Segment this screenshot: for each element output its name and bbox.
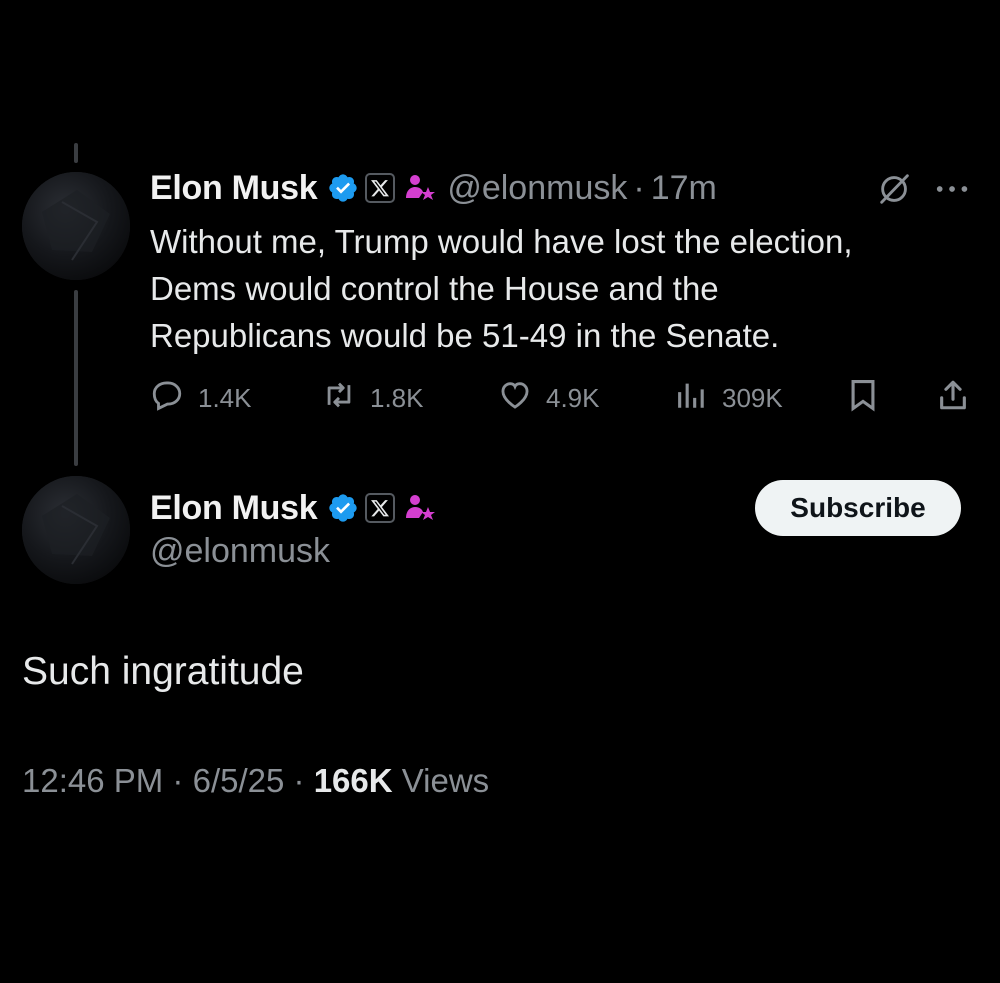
share-button[interactable] [936, 378, 984, 419]
subscribe-button[interactable]: Subscribe [755, 480, 961, 536]
time-ago[interactable]: 17m [651, 169, 717, 208]
views-icon [674, 378, 722, 419]
government-affiliation-icon[interactable] [403, 171, 437, 205]
repost-count: 1.8K [370, 383, 424, 413]
like-count: 4.9K [546, 383, 600, 413]
tweet-time[interactable]: 12:46 PM [22, 762, 163, 799]
quoted-tweet-text: Without me, Trump would have lost the el… [150, 218, 990, 359]
x-affiliation-icon[interactable] [365, 173, 396, 203]
like-icon [498, 378, 546, 419]
separator-dot: · [172, 762, 184, 799]
author-handle[interactable]: @elonmusk [150, 532, 330, 571]
verified-badge-icon[interactable] [327, 172, 359, 204]
tweet-text-line: Republicans would be 51-49 in the Senate… [150, 317, 780, 354]
tweet-top-actions [876, 170, 972, 208]
action-bar: 1.4K 1.8K 4.9K 309K [150, 374, 980, 420]
author-name[interactable]: Elon Musk [150, 169, 318, 208]
like-button[interactable]: 4.9K [498, 378, 600, 419]
separator-dot: · [293, 762, 305, 799]
reply-icon [150, 378, 198, 419]
author-handle[interactable]: @elonmusk [447, 169, 627, 208]
thread-line [74, 290, 78, 466]
bookmark-icon [846, 378, 894, 419]
government-affiliation-icon[interactable] [403, 491, 437, 525]
views-total: 166K [313, 762, 393, 799]
views-button[interactable]: 309K [674, 378, 783, 419]
more-icon[interactable] [934, 183, 972, 195]
tweet-text-line: Dems would control the House and the [150, 270, 719, 307]
separator-dot: · [633, 168, 645, 207]
tweet-text-line: Without me, Trump would have lost the el… [150, 223, 853, 260]
views-count: 309K [722, 383, 783, 413]
main-tweet-header: Elon Musk [150, 486, 437, 530]
avatar[interactable] [22, 172, 130, 280]
verified-badge-icon[interactable] [327, 492, 359, 524]
repost-button[interactable]: 1.8K [322, 378, 424, 419]
author-name[interactable]: Elon Musk [150, 489, 318, 528]
share-icon [936, 378, 984, 419]
tweet-meta: 12:46 PM · 6/5/25 · 166K Views [22, 762, 489, 800]
tweet-date[interactable]: 6/5/25 [193, 762, 285, 799]
repost-icon [322, 378, 370, 419]
views-label: Views [401, 762, 490, 799]
main-tweet-text: Such ingratitude [22, 650, 304, 693]
thread-line-top [74, 143, 78, 163]
avatar[interactable] [22, 476, 130, 584]
bookmark-button[interactable] [846, 378, 894, 419]
reply-count: 1.4K [198, 383, 252, 413]
grok-icon[interactable] [876, 170, 914, 208]
reply-button[interactable]: 1.4K [150, 378, 252, 419]
quoted-tweet-header: Elon Musk @elonmusk · 17m [150, 166, 717, 210]
x-affiliation-icon[interactable] [365, 493, 396, 523]
